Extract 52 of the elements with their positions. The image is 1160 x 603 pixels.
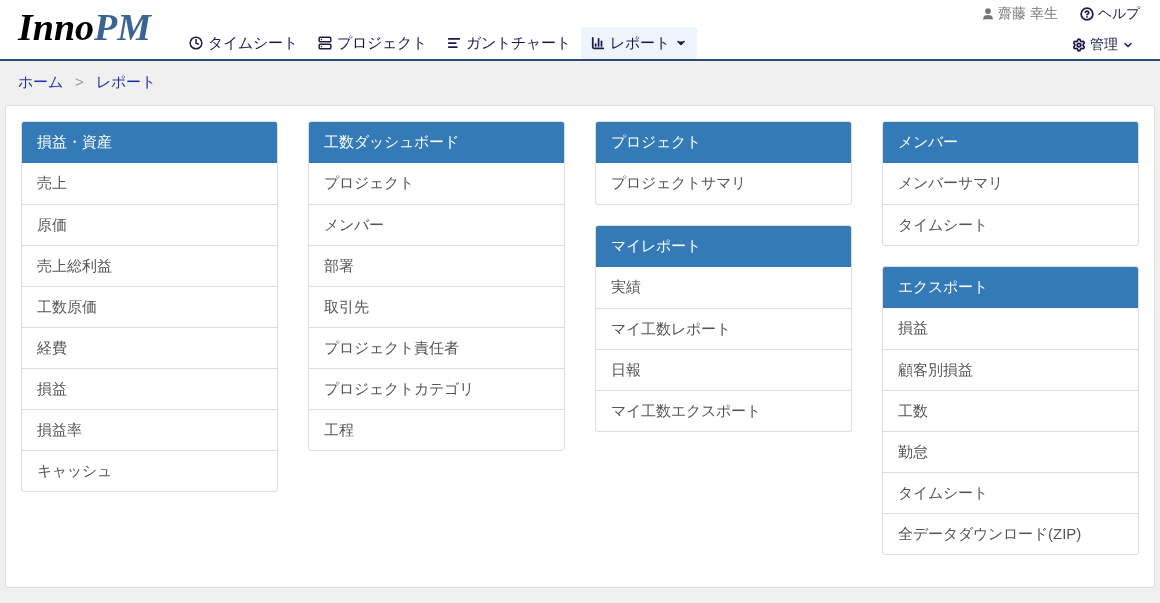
- gear-icon: [1072, 37, 1086, 52]
- nav-tab[interactable]: タイムシート: [179, 27, 309, 59]
- report-link[interactable]: キャッシュ: [22, 450, 277, 491]
- report-link[interactable]: 工数: [883, 390, 1138, 431]
- nav-tab[interactable]: レポート: [581, 27, 698, 59]
- nav-tab[interactable]: プロジェクト: [308, 27, 438, 59]
- report-link[interactable]: タイムシート: [883, 204, 1138, 245]
- report-link[interactable]: 損益: [883, 308, 1138, 349]
- breadcrumb-link[interactable]: ホーム: [18, 70, 63, 94]
- panel-heading: プロジェクト: [596, 122, 851, 163]
- report-link[interactable]: プロジェクト責任者: [309, 327, 564, 368]
- bar-chart-icon: [591, 36, 606, 50]
- report-link[interactable]: 売上: [22, 163, 277, 204]
- report-link[interactable]: 勤怠: [883, 431, 1138, 472]
- report-link[interactable]: 損益率: [22, 409, 277, 450]
- report-link[interactable]: 原価: [22, 204, 277, 245]
- panel-heading: メンバー: [883, 122, 1138, 163]
- panel-heading: 損益・資産: [22, 122, 277, 163]
- report-link[interactable]: 顧客別損益: [883, 349, 1138, 390]
- panel-heading: エクスポート: [883, 267, 1138, 308]
- report-link[interactable]: 実績: [596, 267, 851, 308]
- clock-icon: [189, 36, 204, 50]
- report-link[interactable]: 工程: [309, 409, 564, 450]
- server-icon: [318, 36, 333, 50]
- report-link[interactable]: 工数原価: [22, 286, 277, 327]
- report-link[interactable]: 取引先: [309, 286, 564, 327]
- report-link[interactable]: タイムシート: [883, 472, 1138, 513]
- report-link[interactable]: 損益: [22, 368, 277, 409]
- panel-heading: 工数ダッシュボード: [309, 122, 564, 163]
- report-link[interactable]: メンバーサマリ: [883, 163, 1138, 204]
- panel-heading: マイレポート: [596, 226, 851, 267]
- logo[interactable]: InnoPM: [18, 8, 152, 46]
- report-link[interactable]: プロジェクト: [309, 163, 564, 204]
- report-link[interactable]: プロジェクトカテゴリ: [309, 368, 564, 409]
- report-link[interactable]: マイ工数エクスポート: [596, 390, 851, 431]
- report-link[interactable]: プロジェクトサマリ: [596, 163, 851, 204]
- report-link[interactable]: 経費: [22, 327, 277, 368]
- report-link[interactable]: 全データダウンロード(ZIP): [883, 513, 1138, 554]
- text-align-icon: [447, 36, 462, 50]
- nav-tab[interactable]: ガントチャート: [437, 27, 582, 59]
- user-icon: [981, 6, 996, 21]
- report-link[interactable]: 日報: [596, 349, 851, 390]
- admin-menu[interactable]: 管理: [1072, 34, 1134, 55]
- report-link[interactable]: 売上総利益: [22, 245, 277, 286]
- help-icon: [1080, 6, 1094, 21]
- report-link[interactable]: メンバー: [309, 204, 564, 245]
- report-link[interactable]: マイ工数レポート: [596, 308, 851, 349]
- breadcrumb-link[interactable]: レポート: [95, 70, 156, 94]
- breadcrumb-separator: >: [74, 71, 85, 92]
- help-link[interactable]: ヘルプ: [1080, 3, 1140, 24]
- report-link[interactable]: 部署: [309, 245, 564, 286]
- user-name[interactable]: 齋藤 幸生: [981, 3, 1058, 24]
